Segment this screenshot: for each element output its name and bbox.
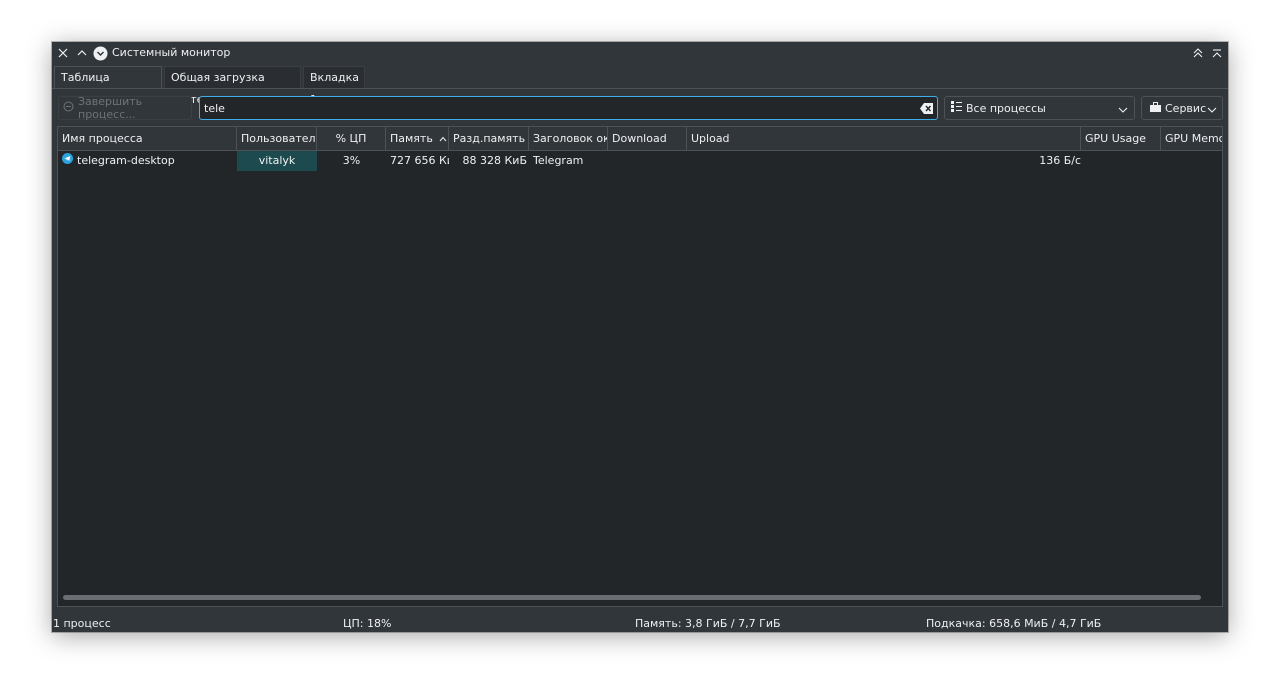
status-cpu: ЦП: 18% [343,617,392,630]
process-user-cell: vitalyk [237,151,317,171]
process-cpu-cell: 3% [342,154,361,167]
chevron-down-icon [1118,104,1128,117]
system-monitor-window: Системный монитор Таблица процессов Обща… [52,42,1228,632]
column-header-gpu-memory[interactable]: GPU Memor [1161,127,1222,150]
horizontal-scrollbar[interactable] [63,595,1201,600]
table-row[interactable]: telegram-desktop vitalyk 3% 727 656 КиБ … [58,151,1222,171]
tab-system-load[interactable]: Общая загрузка системы [164,66,301,106]
clear-icon[interactable] [919,101,934,116]
status-swap: Подкачка: 658,6 МиБ / 4,7 ГиБ [926,617,1102,630]
process-memory-cell: 727 656 КиБ [390,154,449,167]
column-header-memory-label: Память [390,132,433,145]
collapse-icon[interactable] [1209,45,1225,61]
title-bar: Системный монитор [52,42,1228,64]
keep-above-icon[interactable] [1190,45,1206,61]
process-table[interactable]: Имя процесса Пользователь % ЦП Память Ра… [57,126,1223,607]
tools-menu-label: Сервис [1165,101,1207,115]
column-header-shared-memory[interactable]: Разд.память [449,127,529,150]
column-header-download[interactable]: Download [608,127,687,150]
status-bar: 1 процесс ЦП: 18% Память: 3,8 ГиБ / 7,7 … [52,614,1228,632]
tab-process-table[interactable]: Таблица процессов [54,66,162,106]
column-header-cpu[interactable]: % ЦП [317,127,386,150]
tab-bar: Таблица процессов Общая загрузка системы… [52,66,1228,106]
search-input[interactable] [204,99,904,117]
end-process-label: Завершить процесс... [78,95,143,121]
process-gpu-memory-cell [1161,151,1222,171]
process-window-title-cell: Telegram [533,154,584,167]
status-process-count: 1 процесс [53,617,111,630]
toolbar: Завершить процесс... Все процессы Сервис [52,95,1228,121]
column-header-window-title[interactable]: Заголовок окн [529,127,608,150]
tools-menu-button[interactable]: Сервис [1141,96,1223,120]
filter-list-icon [951,101,962,115]
stop-icon [63,101,74,115]
column-header-user[interactable]: Пользователь [237,127,317,150]
sort-up-icon [439,132,447,145]
process-filter-select[interactable]: Все процессы [944,96,1135,120]
process-name: telegram-desktop [77,154,175,167]
process-name-cell: telegram-desktop [58,151,237,171]
close-icon[interactable] [55,45,71,61]
tab-tab-1[interactable]: Вкладка 1 [303,66,365,106]
chevron-down-icon [1207,104,1217,117]
process-gpu-usage-cell [1081,151,1161,171]
column-header-name[interactable]: Имя процесса [58,127,237,150]
process-shared-memory-cell: 88 328 КиБ [462,154,528,167]
column-header-gpu-usage[interactable]: GPU Usage [1081,127,1161,150]
process-upload-cell: 136 Б/с [1039,154,1081,167]
status-memory: Память: 3,8 ГиБ / 7,7 ГиБ [635,617,781,630]
table-header: Имя процесса Пользователь % ЦП Память Ра… [58,127,1222,151]
toolbox-icon [1150,101,1161,115]
column-header-memory[interactable]: Память [386,127,449,150]
column-header-upload[interactable]: Upload [687,127,1081,150]
app-menu-icon[interactable] [92,45,108,61]
process-download-cell [608,151,687,171]
process-filter-label: Все процессы [966,101,1046,115]
minimize-icon[interactable] [74,45,90,61]
search-field[interactable] [199,96,938,120]
telegram-icon [62,151,73,171]
end-process-button[interactable]: Завершить процесс... [58,95,192,121]
window-title: Системный монитор [112,46,231,59]
